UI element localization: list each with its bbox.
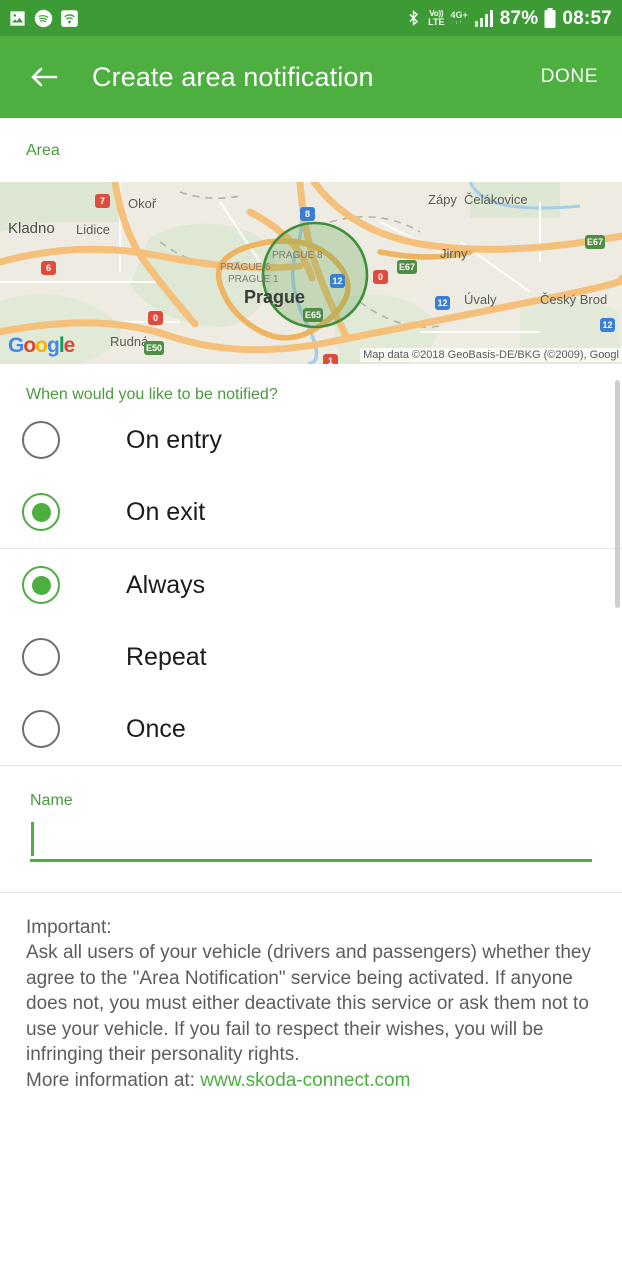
radio-button-selected-icon[interactable] (22, 566, 60, 604)
page-scrollbar[interactable] (615, 380, 620, 608)
status-bar: Vo)) LTE 4G+ ↓↑ 87% 08:57 (0, 0, 622, 36)
important-more-info: More information at: www.skoda-connect.c… (26, 1068, 596, 1093)
done-button[interactable]: DONE (537, 58, 602, 96)
skoda-connect-link[interactable]: www.skoda-connect.com (200, 1070, 410, 1091)
notify-trigger-group: On entry On exit (0, 404, 622, 548)
radio-button-unselected-icon[interactable] (22, 421, 60, 459)
bluetooth-icon (409, 10, 419, 26)
notify-frequency-group: Always Repeat Once (0, 549, 622, 765)
radio-button-unselected-icon[interactable] (22, 638, 60, 676)
more-info-prefix: More information at: (26, 1069, 201, 1091)
notify-trigger-option-row[interactable]: On entry (0, 404, 622, 476)
notify-frequency-option-row[interactable]: Once (0, 693, 622, 765)
geofence-circle (261, 221, 369, 329)
signal-bars-icon (474, 9, 493, 27)
name-field-wrapper[interactable] (30, 818, 592, 862)
battery-icon (544, 8, 556, 28)
hotspot-icon (61, 9, 78, 27)
name-field-label: Name (30, 792, 73, 809)
image-icon (10, 10, 25, 26)
volte-indicator: Vo)) LTE (428, 8, 445, 27)
notify-frequency-option-label: Always (126, 570, 206, 599)
area-section-label: Area (26, 142, 60, 159)
important-body: Ask all users of your vehicle (drivers a… (26, 942, 591, 1066)
text-caret (31, 822, 34, 856)
notify-trigger-option-label: On entry (126, 425, 222, 454)
notify-frequency-option-label: Once (126, 714, 186, 743)
spotify-icon (34, 9, 53, 27)
name-section: Name (0, 766, 622, 892)
notify-frequency-option-row[interactable]: Always (0, 549, 622, 621)
notify-trigger-option-row[interactable]: On exit (0, 476, 622, 548)
status-bar-left-icons (8, 9, 79, 28)
notify-frequency-option-row[interactable]: Repeat (0, 621, 622, 693)
area-map[interactable]: Kladno Lidice Okoř Rudná PRAGUE 6 PRAGUE 1 PRA… (0, 182, 622, 364)
radio-button-selected-icon[interactable] (22, 493, 60, 531)
back-button[interactable] (24, 57, 64, 97)
clock-label: 08:57 (562, 7, 612, 29)
map-attribution: Map data ©2018 GeoBasis-DE/BKG (©2009), … (360, 348, 622, 362)
app-screen: Vo)) LTE 4G+ ↓↑ 87% 08:57 Create area no… (0, 0, 622, 1280)
name-input[interactable] (30, 818, 592, 859)
radio-button-unselected-icon[interactable] (22, 710, 60, 748)
network-type-indicator: 4G+ ↓↑ (450, 9, 468, 26)
back-arrow-icon (31, 67, 58, 87)
app-toolbar: Create area notification DONE (0, 36, 622, 118)
important-heading: Important: (26, 917, 112, 938)
notify-frequency-option-label: Repeat (126, 642, 207, 671)
notify-question-label: When would you like to be notified? (26, 386, 278, 403)
important-notice: Important: Ask all users of your vehicle… (0, 893, 622, 1093)
status-bar-right-icons: Vo)) LTE 4G+ ↓↑ 87% 08:57 (405, 8, 612, 28)
page-title: Create area notification (92, 61, 374, 92)
google-logo: Google (8, 334, 75, 357)
notify-trigger-option-label: On exit (126, 497, 206, 526)
battery-percent-label: 87% (499, 7, 539, 29)
map-canvas (0, 182, 622, 364)
